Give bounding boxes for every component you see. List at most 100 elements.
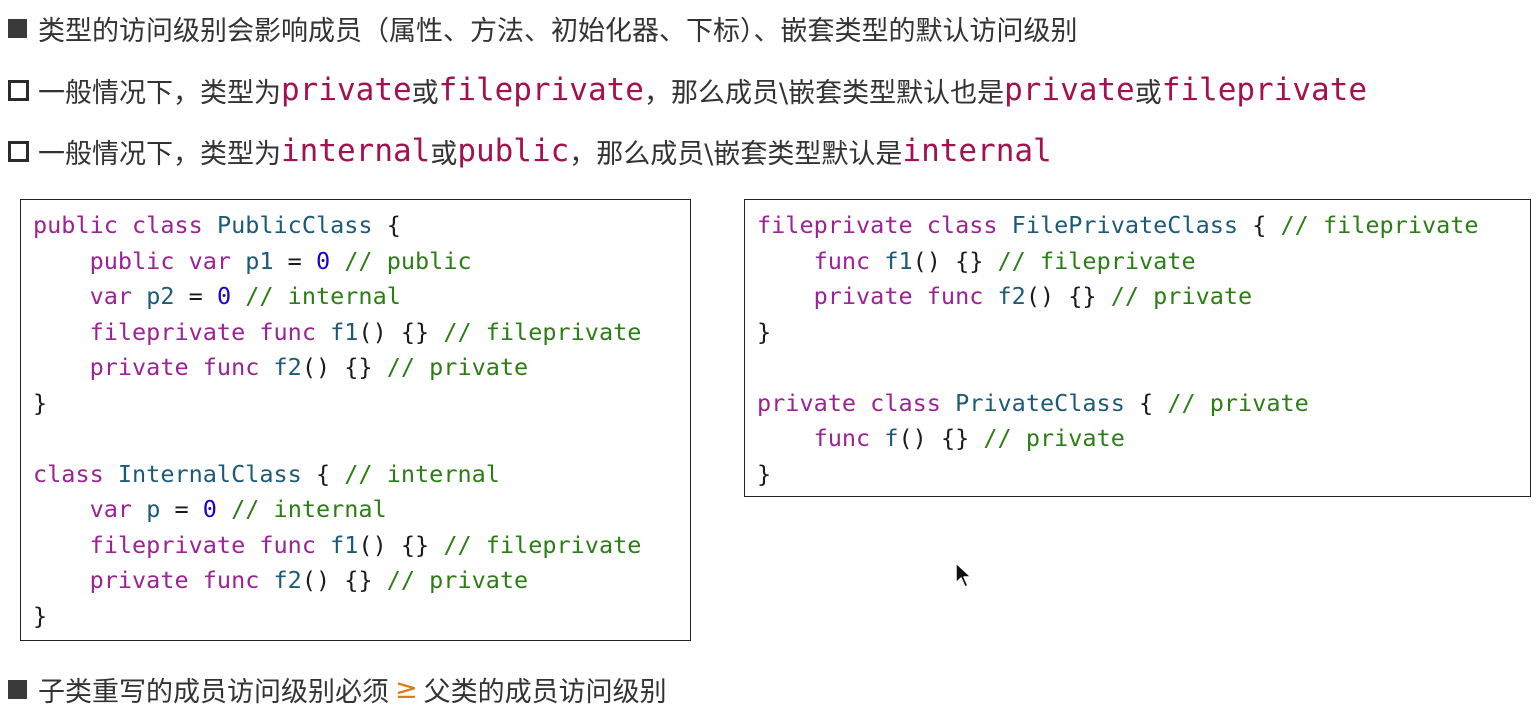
code-line: fileprivate class FilePrivateClass { // … — [757, 208, 1530, 244]
code-identifier: p2 — [146, 282, 175, 310]
code-line: } — [757, 315, 1530, 351]
code-punctuation: { — [1124, 388, 1168, 417]
bullet-1-text: 类型的访问级别会影响成员（属性、方法、初始化器、下标）、嵌套类型的默认访问级别 — [38, 15, 1078, 47]
code-comment: // fileprivate — [1280, 211, 1479, 239]
bullet-2-text-1: 一般情况下，类型为 — [38, 77, 281, 109]
code-comment: // internal — [344, 459, 500, 488]
code-line: private func f2() {} // private — [33, 563, 690, 599]
code-keyword: private func — [33, 353, 274, 381]
bullet-3-keyword-internal: internal — [281, 133, 431, 169]
code-identifier: f2 — [997, 282, 1026, 310]
code-identifier: f2 — [273, 353, 302, 381]
code-comment: // private — [1110, 282, 1253, 310]
code-keyword: func — [757, 246, 885, 275]
code-block-right: fileprivate class FilePrivateClass { // … — [744, 199, 1531, 497]
code-punctuation: } — [757, 317, 772, 346]
code-keyword: class — [33, 459, 118, 488]
code-keyword: fileprivate func — [33, 530, 331, 559]
code-line: fileprivate func f1() {} // fileprivate — [33, 528, 690, 564]
code-line: func f() {} // private — [757, 421, 1530, 457]
code-punctuation: () {} — [301, 353, 387, 381]
code-line: public class PublicClass { — [33, 208, 690, 244]
bullet-4-text-2: 父类的成员访问级别 — [423, 676, 667, 708]
code-punctuation: () {} — [301, 566, 387, 594]
bullet-line-2: 一般情况下，类型为 private 或 fileprivate ，那么成员\嵌套… — [8, 70, 1367, 110]
code-punctuation: () {} — [912, 246, 998, 275]
code-identifier: FilePrivateClass — [1011, 211, 1239, 239]
bullet-3-keyword-internal-2: internal — [902, 133, 1052, 169]
code-identifier: PrivateClass — [955, 388, 1125, 417]
code-punctuation: = — [160, 495, 203, 523]
code-identifier: f1 — [884, 246, 913, 275]
code-punctuation: () {} — [1025, 282, 1111, 310]
code-number: 0 — [216, 282, 232, 310]
code-line: var p = 0 // internal — [33, 492, 690, 528]
code-line: } — [33, 599, 690, 635]
code-identifier: InternalClass — [117, 459, 302, 488]
code-comment: // internal — [216, 495, 387, 523]
code-identifier: PublicClass — [216, 211, 373, 239]
code-identifier: f1 — [330, 317, 359, 346]
code-punctuation: } — [33, 388, 48, 417]
code-keyword: var — [33, 495, 147, 523]
code-line: fileprivate func f1() {} // fileprivate — [33, 315, 690, 351]
code-keyword: public var — [33, 246, 246, 275]
code-identifier: p — [146, 495, 161, 523]
code-line: var p2 = 0 // internal — [33, 279, 690, 315]
code-keyword: private func — [757, 282, 998, 310]
code-line: class InternalClass { // internal — [33, 457, 690, 493]
code-punctuation — [33, 424, 47, 452]
filled-square-bullet-icon — [8, 18, 27, 38]
bullet-3-text-3: ，那么成员\嵌套类型默认是 — [569, 138, 903, 170]
code-keyword: private func — [33, 566, 274, 594]
code-line — [757, 350, 1530, 386]
code-punctuation — [757, 353, 771, 381]
code-identifier: p1 — [245, 246, 274, 275]
bullet-2-keyword-private-2: private — [1004, 72, 1135, 108]
code-keyword: func — [757, 424, 885, 452]
code-comment: // fileprivate — [443, 530, 642, 559]
code-keyword: public class — [33, 211, 217, 239]
code-keyword: private class — [757, 388, 956, 417]
code-keyword: var — [33, 282, 147, 310]
bullet-line-1: 类型的访问级别会影响成员（属性、方法、初始化器、下标）、嵌套类型的默认访问级别 — [8, 10, 1078, 47]
code-punctuation: () {} — [358, 530, 444, 559]
bullet-2-keyword-private: private — [281, 72, 412, 108]
code-comment: // private — [983, 424, 1125, 452]
bullet-3-text-1: 一般情况下，类型为 — [38, 138, 281, 170]
hollow-square-bullet-icon — [8, 140, 29, 162]
bullet-3-text-2: 或 — [430, 138, 458, 170]
bullet-2-keyword-fileprivate-2: fileprivate — [1161, 72, 1368, 108]
code-punctuation: () {} — [898, 424, 984, 452]
code-number: 0 — [202, 495, 217, 523]
code-punctuation: { — [301, 459, 345, 488]
bullet-4-text-1: 子类重写的成员访问级别必须 — [38, 676, 389, 708]
code-line — [33, 421, 690, 457]
code-comment: // private — [386, 566, 529, 594]
code-comment: // private — [1167, 388, 1309, 417]
hollow-square-bullet-icon — [8, 79, 29, 101]
mouse-cursor-icon — [955, 562, 973, 594]
code-keyword: fileprivate func — [33, 317, 331, 346]
bullet-2-text-3: ，那么成员\嵌套类型默认也是 — [643, 77, 1005, 109]
code-line: } — [757, 457, 1530, 493]
filled-square-bullet-icon — [8, 679, 27, 699]
code-comment: // fileprivate — [443, 317, 642, 346]
bullet-2-keyword-fileprivate: fileprivate — [438, 72, 644, 108]
bullet-2-text-4: 或 — [1134, 77, 1162, 109]
code-comment: // private — [386, 353, 529, 381]
code-punctuation: { — [372, 211, 401, 239]
code-keyword: fileprivate class — [757, 211, 1012, 239]
code-punctuation: () {} — [358, 317, 444, 346]
code-block-left: public class PublicClass { public var p1… — [20, 199, 691, 641]
code-punctuation: } — [757, 459, 772, 488]
code-identifier: f2 — [273, 566, 302, 594]
bullet-line-3: 一般情况下，类型为 internal 或 public ，那么成员\嵌套类型默认… — [8, 131, 1052, 171]
code-line: private class PrivateClass { // private — [757, 386, 1530, 422]
code-identifier: f — [884, 424, 899, 452]
code-punctuation: } — [33, 601, 48, 630]
code-punctuation: = — [174, 282, 217, 310]
code-line: public var p1 = 0 // public — [33, 244, 690, 280]
bullet-2-text-2: 或 — [411, 77, 439, 109]
code-line: private func f2() {} // private — [33, 350, 690, 386]
